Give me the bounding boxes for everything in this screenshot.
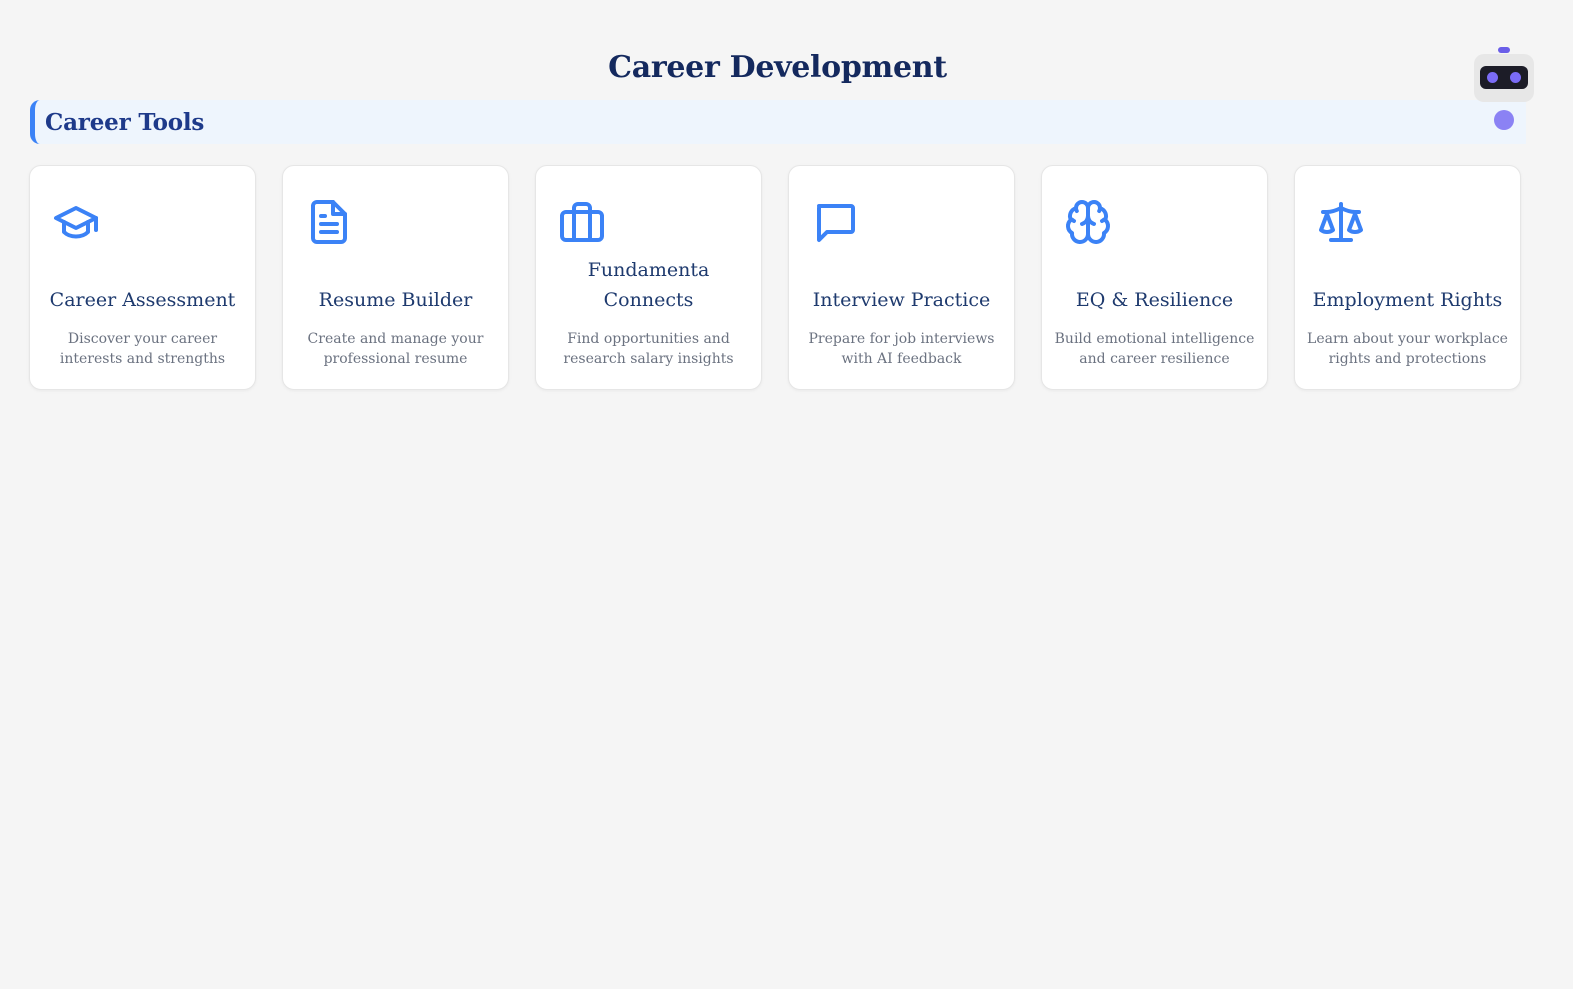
robot-eye-left (1487, 72, 1498, 83)
card-title: Employment Rights (1312, 289, 1503, 311)
page-title: Career Development (608, 50, 947, 85)
card-career-assessment[interactable]: Career Assessment Discover your career i… (29, 165, 256, 390)
card-title: Career Assessment (49, 289, 236, 311)
section-header: Career Tools (30, 100, 1526, 144)
card-description: Prepare for job interviews with AI feedb… (808, 331, 995, 367)
document-icon (305, 198, 353, 246)
section-title: Career Tools (45, 108, 205, 136)
card-resume-builder[interactable]: Resume Builder Create and manage your pr… (282, 165, 509, 390)
card-description: Discover your career interests and stren… (59, 331, 226, 367)
card-interview-practice[interactable]: Interview Practice Prepare for job inter… (788, 165, 1015, 390)
card-description: Find opportunities and research salary i… (563, 331, 734, 367)
card-title: Fundamenta Connects (587, 259, 710, 311)
graduation-cap-icon (52, 198, 100, 246)
status-dot (1494, 110, 1514, 130)
card-eq-resilience[interactable]: EQ & Resilience Build emotional intellig… (1041, 165, 1268, 390)
card-title: EQ & Resilience (1075, 289, 1234, 311)
card-description: Learn about your workplace rights and pr… (1307, 331, 1508, 367)
chat-bubble-icon (811, 198, 859, 246)
brain-icon (1064, 198, 1112, 246)
scales-icon (1317, 198, 1365, 246)
card-title: Interview Practice (812, 289, 991, 311)
card-description: Build emotional intelligence and career … (1054, 331, 1255, 367)
career-tools-grid: Career Assessment Discover your career i… (29, 165, 1521, 390)
robot-icon (1474, 54, 1534, 102)
card-title: Resume Builder (318, 289, 473, 311)
card-fundamenta-connects[interactable]: Fundamenta Connects Find opportunities a… (535, 165, 762, 390)
card-description: Create and manage your professional resu… (307, 331, 484, 367)
robot-eye-right (1510, 72, 1521, 83)
robot-face (1480, 66, 1528, 89)
briefcase-icon (558, 198, 606, 246)
assistant-button[interactable] (1474, 44, 1534, 134)
robot-antenna (1498, 47, 1510, 53)
card-employment-rights[interactable]: Employment Rights Learn about your workp… (1294, 165, 1521, 390)
